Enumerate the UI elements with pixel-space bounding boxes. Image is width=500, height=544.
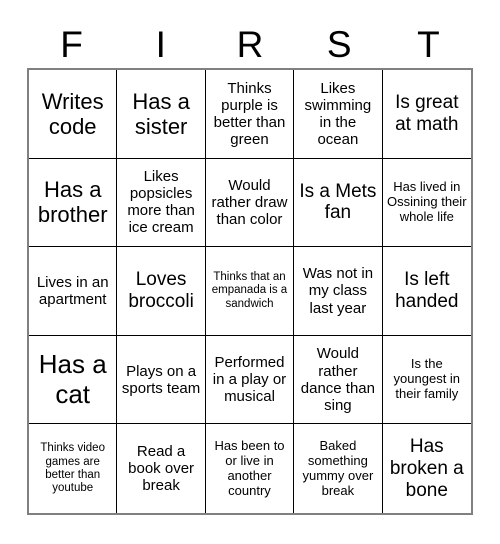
bingo-cell-label: Likes swimming in the ocean xyxy=(304,79,372,148)
bingo-cell-r1-c2[interactable]: Would rather draw than color xyxy=(205,158,295,248)
bingo-cell-label: Thinks video games are better than youtu… xyxy=(40,442,105,494)
bingo-cell-label: Likes popsicles more than ice cream xyxy=(127,168,195,237)
bingo-cell-r0-c1[interactable]: Has a sister xyxy=(117,70,206,159)
bingo-cell-r4-c2[interactable]: Has been to or live in another country xyxy=(205,424,295,513)
bingo-cell-label: Read a book over break xyxy=(128,443,195,495)
bingo-cell-r2-c2[interactable]: Thinks that an empanada is a sandwich xyxy=(205,247,295,336)
bingo-cell-r4-c3[interactable]: Baked something yummy over break xyxy=(294,424,383,513)
bingo-cell-label: Has broken a bone xyxy=(389,436,464,501)
bingo-header-letter-3: S xyxy=(326,23,352,65)
bingo-cell-r2-c0[interactable]: Lives in an apartment xyxy=(29,247,118,336)
bingo-cell-r4-c4[interactable]: Has broken a bone xyxy=(382,424,471,513)
bingo-cell-r3-c4[interactable]: Is the youngest in their family xyxy=(382,335,471,425)
bingo-cell-label: Thinks that an empanada is a sandwich xyxy=(211,271,288,310)
bingo-cell-r2-c3[interactable]: Was not in my class last year xyxy=(294,247,383,336)
bingo-cell-label: Has lived in Ossining their whole life xyxy=(387,179,467,224)
bingo-cell-label: Is the youngest in their family xyxy=(393,356,461,401)
bingo-cell-r0-c0[interactable]: Writes code xyxy=(29,70,118,159)
bingo-cell-label: Lives in an apartment xyxy=(36,273,109,308)
bingo-cell-label: Was not in my class last year xyxy=(302,265,374,317)
bingo-cell-r3-c3[interactable]: Would rather dance than sing xyxy=(294,335,383,425)
bingo-cell-r3-c2[interactable]: Performed in a play or musical xyxy=(205,335,295,425)
bingo-cell-r4-c0[interactable]: Thinks video games are better than youtu… xyxy=(29,424,118,513)
bingo-cell-label: Loves broccoli xyxy=(128,269,194,312)
bingo-cell-label: Writes code xyxy=(41,88,104,139)
bingo-header-letter-0: F xyxy=(60,23,83,65)
bingo-cell-label: Thinks purple is better than green xyxy=(213,79,286,148)
bingo-cell-label: Baked something yummy over break xyxy=(302,438,374,498)
bingo-cell-r0-c3[interactable]: Likes swimming in the ocean xyxy=(294,70,383,159)
bingo-header-letters: FIRST xyxy=(27,20,473,68)
bingo-cell-r1-c0[interactable]: Has a brother xyxy=(29,158,118,248)
bingo-grid: Writes code Has a sister Thinks purple is … xyxy=(27,68,473,515)
bingo-header-letter-4: T xyxy=(417,23,440,65)
bingo-cell-label: Has been to or live in another country xyxy=(214,438,285,498)
bingo-header-letter-1: I xyxy=(155,23,166,65)
bingo-cell-r0-c2[interactable]: Thinks purple is better than green xyxy=(205,70,295,159)
bingo-cell-label: Is a Mets fan xyxy=(299,180,377,224)
bingo-cell-label: Plays on a sports team xyxy=(121,362,201,397)
bingo-cell-label: Has a sister xyxy=(132,88,190,139)
bingo-cell-r1-c1[interactable]: Likes popsicles more than ice cream xyxy=(117,158,206,248)
bingo-cell-label: Has a cat xyxy=(38,348,107,409)
bingo-cell-r1-c4[interactable]: Has lived in Ossining their whole life xyxy=(382,158,471,248)
bingo-cell-r2-c4[interactable]: Is left handed xyxy=(382,247,471,336)
bingo-cell-r3-c1[interactable]: Plays on a sports team xyxy=(117,335,206,425)
bingo-cell-label: Is great at math xyxy=(395,92,459,135)
bingo-cell-label: Would rather dance than sing xyxy=(300,345,375,414)
bingo-card: F I R S T Writes code Has a sister Thinks purp… xyxy=(0,0,500,544)
bingo-cell-label: Has a brother xyxy=(37,177,108,228)
bingo-cell-r1-c3[interactable]: Is a Mets fan xyxy=(294,158,383,248)
bingo-cell-label: Would rather draw than color xyxy=(211,176,288,228)
bingo-cell-label: Is left handed xyxy=(395,269,459,312)
bingo-cell-r4-c1[interactable]: Read a book over break xyxy=(117,424,206,513)
bingo-cell-r3-c0[interactable]: Has a cat xyxy=(29,335,118,425)
bingo-header-letter-2: R xyxy=(236,23,264,65)
bingo-cell-label: Performed in a play or musical xyxy=(212,353,287,406)
bingo-cell-r0-c4[interactable]: Is great at math xyxy=(382,70,471,159)
bingo-cell-r2-c1[interactable]: Loves broccoli xyxy=(117,247,206,336)
